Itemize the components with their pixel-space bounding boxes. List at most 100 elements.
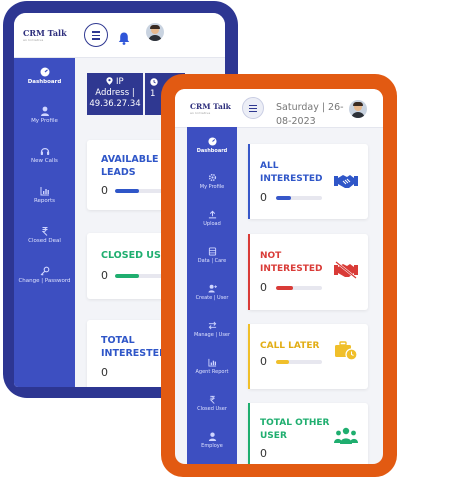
card-accent: [248, 144, 250, 219]
gear-icon: [208, 173, 216, 182]
sidebar-item-manage-user[interactable]: Manage | User: [187, 321, 237, 339]
arrows-icon: [208, 321, 216, 330]
sidebar-item-label: Data | Care: [197, 258, 227, 264]
sidebar-item-label: Closed Deal: [28, 238, 61, 244]
front-dashboard-main: ALL INTERESTED 0 NOT INTERESTED 0 CALL L…: [237, 127, 383, 464]
card-accent: [248, 324, 250, 389]
menu-toggle-button[interactable]: [242, 97, 264, 119]
card-value: 0: [101, 269, 108, 282]
sidebar-item-upload[interactable]: Upload: [187, 210, 237, 228]
sidebar-item-label: Upload: [203, 221, 221, 227]
card-value: 0: [260, 355, 267, 368]
card-label: NOT INTERESTED: [260, 251, 323, 274]
dashboard-icon: [207, 137, 217, 146]
all-interested-card[interactable]: ALL INTERESTED 0: [248, 144, 368, 219]
upload-icon: [208, 210, 216, 219]
sidebar-item-closed-deal[interactable]: Closed Deal: [14, 226, 75, 245]
user-icon: [40, 106, 49, 116]
card-value: 0: [260, 447, 267, 460]
sidebar-item-agent-report[interactable]: Agent Report: [187, 358, 237, 376]
report-icon: [40, 187, 49, 196]
sidebar-item-label: New Calls: [31, 158, 58, 164]
ip-label: IP: [116, 77, 124, 87]
sidebar-item-label: My Profile: [31, 118, 58, 124]
progress-bar: [115, 189, 163, 193]
user-avatar[interactable]: [349, 100, 367, 118]
rupee-icon: [209, 395, 215, 404]
crm-talk-logo[interactable]: CRM Talk an Initiative: [23, 28, 67, 42]
avatar-hair: [150, 25, 160, 29]
front-sidebar: Dashboard My Profile Upload Data | Care …: [187, 127, 237, 464]
sidebar-item-my-profile[interactable]: My Profile: [187, 173, 237, 191]
sidebar-item-reports[interactable]: Reports: [14, 186, 75, 205]
menu-toggle-button[interactable]: [84, 23, 108, 47]
dashboard-icon: [40, 67, 49, 77]
ip-address-value: 49.36.27.34: [89, 99, 141, 109]
sidebar-item-new-calls[interactable]: New Calls: [14, 146, 75, 165]
logo-tagline: an Initiative: [23, 38, 44, 42]
progress-fill: [276, 286, 294, 290]
progress-bar: [276, 286, 322, 290]
avatar-hair: [353, 102, 363, 106]
avatar-body: [351, 112, 365, 118]
user-avatar[interactable]: [146, 23, 164, 41]
sidebar-item-closed-user[interactable]: Closed User: [187, 395, 237, 413]
card-label: CALL LATER: [260, 341, 320, 351]
avatar-body: [148, 35, 162, 41]
call-later-card[interactable]: CALL LATER 0: [248, 324, 368, 389]
card-accent: [248, 403, 250, 464]
menu-icon-line: [92, 34, 100, 36]
total-other-user-card[interactable]: TOTAL OTHER USER 0: [248, 403, 368, 464]
card-label: TOTAL OTHER USER: [260, 418, 330, 441]
key-icon: [40, 266, 49, 276]
sidebar-item-label: Reports: [33, 198, 56, 204]
handshake-icon: [334, 175, 358, 188]
card-label: ALL INTERESTED: [260, 161, 323, 184]
headset-icon: [40, 148, 49, 155]
menu-icon-line: [249, 107, 257, 109]
logo-tagline: an Initiative: [190, 111, 211, 115]
sidebar-item-change-password[interactable]: Change | Password: [14, 266, 75, 285]
users-icon: [334, 427, 358, 444]
card-value: 0: [101, 184, 108, 197]
sidebar-item-employe[interactable]: Employe: [187, 432, 237, 450]
sidebar-item-label: Change | Password: [18, 278, 71, 284]
clock-icon: [150, 78, 158, 86]
progress-fill: [276, 360, 289, 364]
sidebar-item-label: My Profile: [199, 184, 225, 190]
progress-fill: [115, 274, 139, 278]
crm-talk-logo[interactable]: CRM Talk an Initiative: [190, 102, 231, 115]
progress-bar: [276, 196, 322, 200]
sidebar-item-my-profile[interactable]: My Profile: [14, 106, 75, 125]
progress-bar: [276, 360, 322, 364]
database-icon: [208, 247, 216, 256]
card-accent: [248, 234, 250, 310]
card-value: 0: [260, 191, 267, 204]
ip-label-row: IP: [87, 77, 143, 88]
info-box-text: 1: [150, 89, 156, 99]
sidebar-item-dashboard[interactable]: Dashboard: [187, 137, 237, 155]
progress-bar: [115, 274, 163, 278]
rupee-icon: [41, 227, 47, 236]
menu-icon-line: [249, 110, 257, 112]
not-interested-card[interactable]: NOT INTERESTED 0: [248, 234, 368, 310]
sidebar-item-create-user[interactable]: Create | User: [187, 284, 237, 302]
briefcase-clock-icon: [335, 341, 358, 361]
ip-label-2: Address |: [95, 88, 135, 98]
progress-fill: [115, 189, 139, 193]
back-sidebar: Dashboard My Profile New Calls Reports C…: [14, 58, 75, 387]
sidebar-item-label: Dashboard: [27, 79, 62, 85]
user-icon: [208, 432, 216, 441]
menu-icon-line: [92, 38, 100, 40]
card-label: CLOSED USE: [101, 250, 168, 261]
logo-text: CRM Talk: [23, 28, 67, 38]
card-value: 0: [101, 366, 108, 379]
header-date: Saturday | 26-08-2023: [276, 102, 344, 127]
progress-fill: [276, 196, 292, 200]
sidebar-item-dashboard[interactable]: Dashboard: [14, 67, 75, 86]
bell-icon[interactable]: [118, 32, 130, 45]
sidebar-item-label: Manage | User: [193, 332, 231, 338]
front-phone-screen: CRM Talk an Initiative Saturday | 26-08-…: [175, 89, 383, 464]
sidebar-item-data-care[interactable]: Data | Care: [187, 247, 237, 265]
chart-icon: [207, 358, 216, 367]
